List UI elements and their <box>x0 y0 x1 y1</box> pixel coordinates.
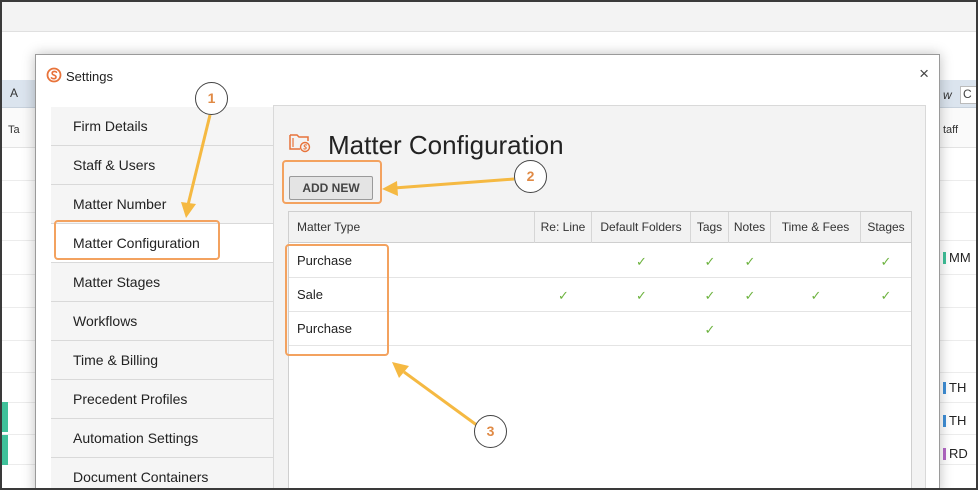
nav-item-firm-details[interactable]: Firm Details <box>51 107 273 146</box>
nav-item-matter-number[interactable]: Matter Number <box>51 185 273 224</box>
step-badge-2: 2 <box>514 160 547 193</box>
table-row[interactable]: Purchase ✓ ✓ ✓ ✓ <box>289 244 911 278</box>
check-icon: ✓ <box>880 288 892 303</box>
table-row[interactable]: Sale ✓ ✓ ✓ ✓ ✓ ✓ <box>289 278 911 312</box>
settings-nav: Firm Details Staff & Users Matter Number… <box>51 107 273 488</box>
matter-type-cell: Sale <box>297 287 324 302</box>
background-staff-color-tag <box>943 382 946 394</box>
check-icon: ✓ <box>744 288 756 303</box>
background-status-stripe <box>2 402 8 432</box>
background-header-fragment: Ta <box>8 124 20 136</box>
column-header-stages[interactable]: Stages <box>861 212 911 243</box>
folder-settings-icon <box>288 130 312 161</box>
background-status-stripe <box>2 435 8 465</box>
background-tab-fragment: A <box>10 86 19 100</box>
close-icon[interactable]: × <box>919 65 929 82</box>
screenshot-frame: A Ta w C taff MM TH TH RD Settings × Fir… <box>0 0 978 490</box>
background-right-input[interactable]: C <box>960 86 976 104</box>
check-icon: ✓ <box>636 254 647 269</box>
column-header-tags[interactable]: Tags <box>691 212 729 243</box>
nav-item-document-containers[interactable]: Document Containers <box>51 458 273 488</box>
check-icon: ✓ <box>704 288 716 303</box>
matter-configuration-panel: Matter Configuration ADD NEW Matter Type… <box>273 105 926 488</box>
background-staff-color-tag <box>943 252 946 264</box>
table-header: Matter Type Re: Line Default Folders Tag… <box>289 212 911 243</box>
nav-item-staff-users[interactable]: Staff & Users <box>51 146 273 185</box>
add-new-button[interactable]: ADD NEW <box>289 176 373 200</box>
check-icon: ✓ <box>558 288 569 303</box>
check-icon: ✓ <box>704 254 716 269</box>
column-header-matter-type[interactable]: Matter Type <box>289 212 535 243</box>
matter-type-cell: Purchase <box>297 253 352 268</box>
column-header-time-fees[interactable]: Time & Fees <box>771 212 861 243</box>
check-icon: ✓ <box>810 288 822 303</box>
background-staff-header-fragment: taff <box>943 124 959 136</box>
nav-item-matter-configuration[interactable]: Matter Configuration <box>51 224 273 263</box>
nav-item-precedent-profiles[interactable]: Precedent Profiles <box>51 380 273 419</box>
background-staff-color-tag <box>943 448 946 460</box>
nav-item-workflows[interactable]: Workflows <box>51 302 273 341</box>
column-header-default-folders[interactable]: Default Folders <box>592 212 691 243</box>
check-icon: ✓ <box>880 254 892 269</box>
nav-item-automation-settings[interactable]: Automation Settings <box>51 419 273 458</box>
check-icon: ✓ <box>636 288 647 303</box>
nav-item-matter-stages[interactable]: Matter Stages <box>51 263 273 302</box>
table-row[interactable]: Purchase ✓ <box>289 312 911 346</box>
column-header-notes[interactable]: Notes <box>729 212 771 243</box>
step-badge-3: 3 <box>474 415 507 448</box>
background-toolbar <box>2 2 976 32</box>
background-right-tab-fragment: w <box>943 88 952 102</box>
column-header-re-line[interactable]: Re: Line <box>535 212 592 243</box>
step-badge-1: 1 <box>195 82 228 115</box>
check-icon: ✓ <box>704 322 716 337</box>
check-icon: ✓ <box>744 254 756 269</box>
matter-type-cell: Purchase <box>297 321 352 336</box>
app-logo-icon <box>46 67 62 86</box>
matter-types-table: Matter Type Re: Line Default Folders Tag… <box>288 211 912 488</box>
background-staff-initials: TH <box>949 413 967 428</box>
background-staff-initials: RD <box>949 446 968 461</box>
dialog-title-bar: Settings <box>46 67 113 86</box>
background-staff-initials: MM <box>949 250 971 265</box>
nav-item-time-billing[interactable]: Time & Billing <box>51 341 273 380</box>
page-title-row: Matter Configuration <box>288 130 564 161</box>
dialog-title: Settings <box>66 69 113 84</box>
page-title: Matter Configuration <box>328 130 564 160</box>
background-staff-color-tag <box>943 415 946 427</box>
background-staff-initials: TH <box>949 380 967 395</box>
